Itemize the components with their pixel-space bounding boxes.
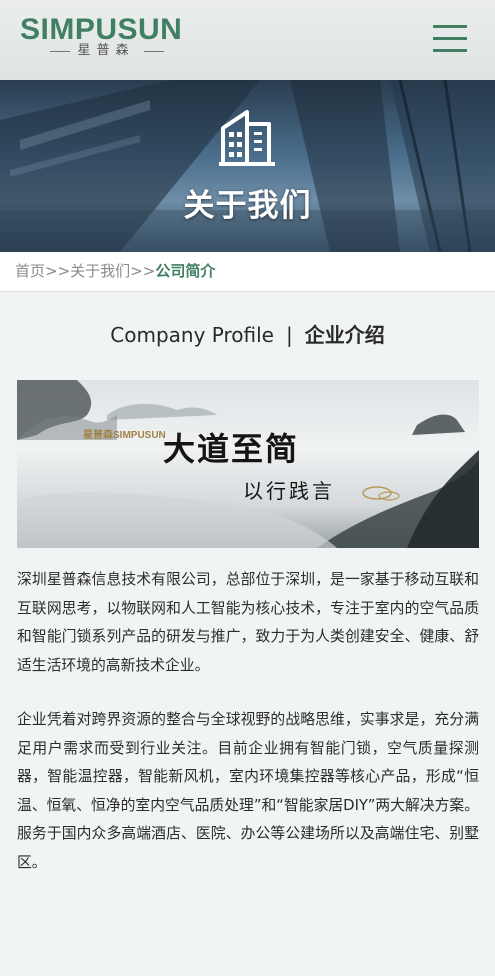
breadcrumb: 首页>>关于我们>>公司简介 [0,252,495,292]
logo-divider-right [144,51,164,52]
breadcrumb-about[interactable]: 关于我们 [70,262,130,280]
hamburger-menu-icon[interactable] [433,25,467,53]
calligraphy-line-1: 大道至简 [163,430,300,468]
breadcrumb-home[interactable]: 首页 [15,262,45,280]
breadcrumb-separator: >> [45,262,71,280]
menu-bar [433,25,467,28]
image-brand-en: SIMPUSUN [113,430,166,441]
menu-bar [433,37,467,40]
section-title-en: Company Profile [110,323,274,347]
section-title-cn: 企业介绍 [304,323,385,347]
page-banner: 关于我们 [0,80,495,252]
banner-title: 关于我们 [183,188,312,224]
breadcrumb-separator: >> [130,262,156,280]
intro-paragraph-1: 深圳星普森信息技术有限公司，总部位于深圳，是一家基于移动互联和互联网思考，以物联… [17,571,479,674]
company-feature-image: 星普森SIMPUSUN 大道至简 以行践言 [17,380,479,548]
image-brand-mark: 星普森SIMPUSUN [83,426,166,441]
image-brand-cn: 星普森 [83,430,113,441]
menu-bar [433,49,467,52]
breadcrumb-current[interactable]: 公司简介 [155,262,215,280]
site-header: SIMPUSUN 星普森 [0,0,495,80]
calligraphy-line-2: 以行践言 [243,479,335,503]
section-heading: Company Profile | 企业介绍 [0,318,495,352]
section-title-separator: | [285,323,293,347]
intro-paragraph-2: 企业凭着对跨界资源的整合与全球视野的战略思维，实事求是，充分满足用户需求而受到行… [17,711,479,871]
building-icon [219,110,275,166]
